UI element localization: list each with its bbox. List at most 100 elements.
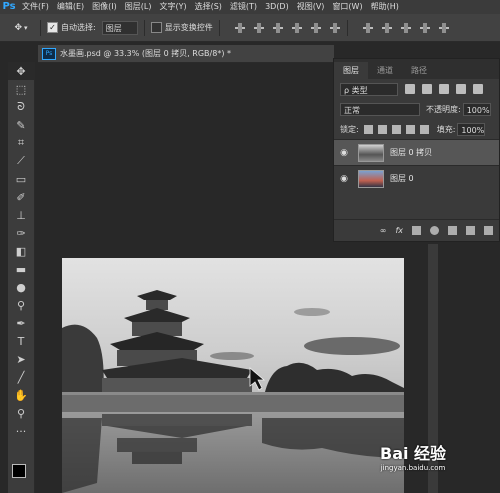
fx-button[interactable]: fx [395,226,403,235]
filter-type-value: ρ 类型 [344,85,368,95]
tab-channels[interactable]: 通道 [368,62,402,79]
foreground-color[interactable] [12,464,26,478]
filter-adjustment-icon[interactable] [422,84,432,94]
auto-select-checkbox[interactable]: ✓ [47,22,58,33]
layer-filter-dropdown[interactable]: ρ 类型 [340,82,398,96]
layer-name: 图层 0 [390,174,414,183]
distribute-buttons [362,22,450,34]
link-layers-icon[interactable]: ∞ [380,226,387,235]
layers-panel: 图层 通道 路径 ρ 类型 正常 不透明度: 100% 锁定: 填充: 100%… [333,58,500,242]
layer-thumbnail [358,169,384,188]
align-left-icon[interactable] [291,22,303,34]
distribute-hcenter-icon[interactable] [438,22,450,34]
lasso-tool[interactable]: ᘐ [8,98,34,116]
lock-all-icon[interactable] [419,124,429,134]
eye-icon[interactable]: ◉ [334,174,354,184]
align-right-icon[interactable] [329,22,341,34]
filter-smart-object-icon[interactable] [473,84,483,94]
hand-tool[interactable]: ✋ [8,386,34,404]
menu-layer[interactable]: 图层(L) [121,0,156,14]
color-swatches[interactable] [12,464,33,485]
menu-type[interactable]: 文字(Y) [155,0,190,14]
brush-tool[interactable]: ✐ [8,188,34,206]
adjustment-layer-icon[interactable] [430,226,439,235]
eyedropper-icon: ⟋ [17,154,25,167]
lock-transparent-icon[interactable] [363,124,373,134]
add-mask-icon[interactable] [412,226,421,235]
align-top-icon[interactable] [234,22,246,34]
eye-icon[interactable]: ◉ [334,148,354,158]
layers-panel-footer: ∞ fx [334,219,499,241]
canvas-photo[interactable] [62,258,404,493]
quick-select-icon: ✎ [16,118,26,132]
blur-tool[interactable]: ● [8,278,34,296]
move-tool-icon: ✥ [16,64,26,78]
layer-name: 图层 0 拷贝 [390,148,433,157]
menu-window[interactable]: 窗口(W) [328,0,366,14]
menu-edit[interactable]: 编辑(E) [53,0,88,14]
clone-stamp-tool[interactable]: ⊥ [8,206,34,224]
eyedropper-tool[interactable]: ⟋ [8,152,34,170]
pen-tool[interactable]: ✒ [8,314,34,332]
distribute-center-icon[interactable] [381,22,393,34]
filter-pixel-icon[interactable] [405,84,415,94]
layer-row[interactable]: ◉ 图层 0 [334,165,499,191]
more-tools[interactable]: ··· [8,422,34,440]
menu-3d[interactable]: 3D(D) [261,0,293,14]
lock-artboard-icon[interactable] [405,124,415,134]
lock-row: 锁定: 填充: 100% [334,119,499,139]
divider [346,19,348,36]
align-vertical-center-icon[interactable] [253,22,265,34]
align-horizontal-center-icon[interactable] [310,22,322,34]
auto-select-dropdown[interactable]: 图层 [101,20,138,35]
new-group-icon[interactable] [448,226,457,235]
marquee-tool[interactable]: ⬚ [8,80,34,98]
tab-layers[interactable]: 图层 [334,62,368,79]
zoom-tool[interactable]: ⚲ [8,404,34,422]
delete-layer-icon[interactable] [484,226,493,235]
menu-view[interactable]: 视图(V) [293,0,329,14]
crop-tool[interactable]: ⌗ [8,134,34,152]
move-tool-preset[interactable]: ✥ ▾ [8,20,34,36]
menu-select[interactable]: 选择(S) [191,0,226,14]
layer-row[interactable]: ◉ 图层 0 拷贝 [334,139,499,165]
type-tool[interactable]: T [8,332,34,350]
document-tab[interactable]: Ps 水墨画.psd @ 33.3% (图层 0 拷贝, RGB/8*) * [38,45,334,63]
history-brush-tool[interactable]: ✑ [8,224,34,242]
show-transform-checkbox[interactable] [150,22,162,33]
crop-icon: ⌗ [17,136,25,149]
distribute-left-icon[interactable] [419,22,431,34]
path-select-tool[interactable]: ➤ [8,350,34,368]
lock-image-icon[interactable] [377,124,387,134]
move-tool[interactable]: ✥ [8,62,34,80]
zoom-icon: ⚲ [16,406,26,420]
eraser-tool[interactable]: ◧ [8,242,34,260]
blur-drop-icon: ● [16,280,26,294]
fill-value: 100% [461,125,485,135]
quick-select-tool[interactable]: ✎ [8,116,34,134]
menu-help[interactable]: 帮助(H) [367,0,403,14]
menu-file[interactable]: 文件(F) [18,0,53,14]
dodge-tool[interactable]: ⚲ [8,296,34,314]
filter-shape-icon[interactable] [456,84,466,94]
history-brush-icon: ✑ [16,226,26,240]
distribute-top-icon[interactable] [362,22,374,34]
tab-paths[interactable]: 路径 [402,62,436,79]
filter-type-icon[interactable] [439,84,449,94]
new-layer-icon[interactable] [466,226,475,235]
distribute-bottom-icon[interactable] [400,22,412,34]
opacity-input[interactable]: 100% [462,102,491,116]
blend-mode-dropdown[interactable]: 正常 [340,102,420,116]
show-transform-label: 显示变换控件 [164,23,213,32]
tools-panel: ✥ ⬚ ᘐ ✎ ⌗ ⟋ ▭ ✐ ⊥ ✑ ◧ ▬ ● ⚲ ✒ T ➤ ╱ ✋ ⚲ … [8,62,35,493]
brush-icon: ✐ [16,190,26,204]
lock-position-icon[interactable] [391,124,401,134]
line-tool[interactable]: ╱ [8,368,34,386]
align-bottom-icon[interactable] [272,22,284,34]
healing-brush-tool[interactable]: ▭ [8,170,34,188]
menu-filter[interactable]: 滤镜(T) [226,0,261,14]
menu-image[interactable]: 图像(I) [88,0,121,14]
fill-input[interactable]: 100% [457,122,486,136]
auto-select-value: 图层 [105,23,122,33]
gradient-tool[interactable]: ▬ [8,260,34,278]
